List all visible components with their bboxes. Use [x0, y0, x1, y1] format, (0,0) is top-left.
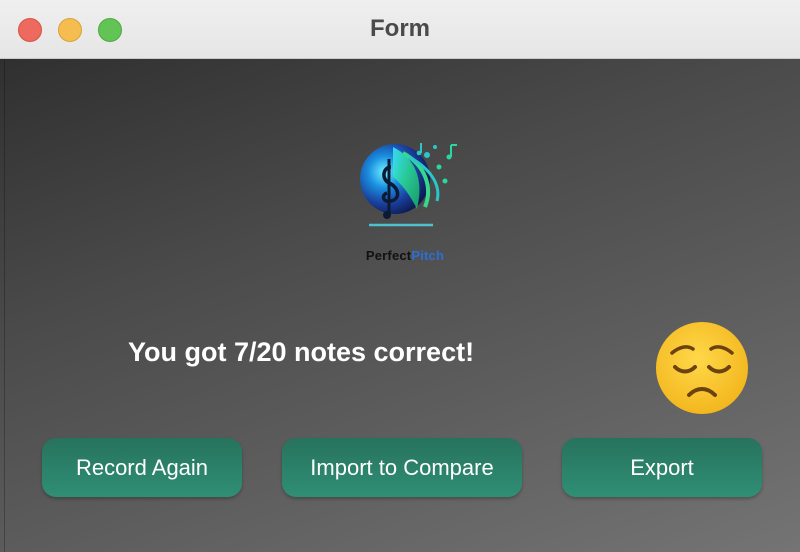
logo-text: PerfectPitch	[345, 248, 465, 263]
logo-text-perfect: Perfect	[365, 248, 412, 263]
export-button[interactable]: Export	[562, 438, 762, 497]
logo-text-pitch: Pitch	[411, 248, 445, 263]
app-window: Form PerfectPitch You got 7/20 notes cor…	[0, 0, 800, 552]
divider	[4, 59, 5, 552]
form-content: PerfectPitch You got 7/20 notes correct!…	[0, 59, 800, 552]
import-to-compare-button[interactable]: Import to Compare	[282, 438, 522, 497]
window-title: Form	[370, 15, 430, 42]
record-again-button[interactable]: Record Again	[42, 438, 242, 497]
result-message: You got 7/20 notes correct!	[128, 337, 475, 367]
title-bar: Form	[0, 0, 800, 59]
pensive-face-icon	[656, 322, 748, 414]
